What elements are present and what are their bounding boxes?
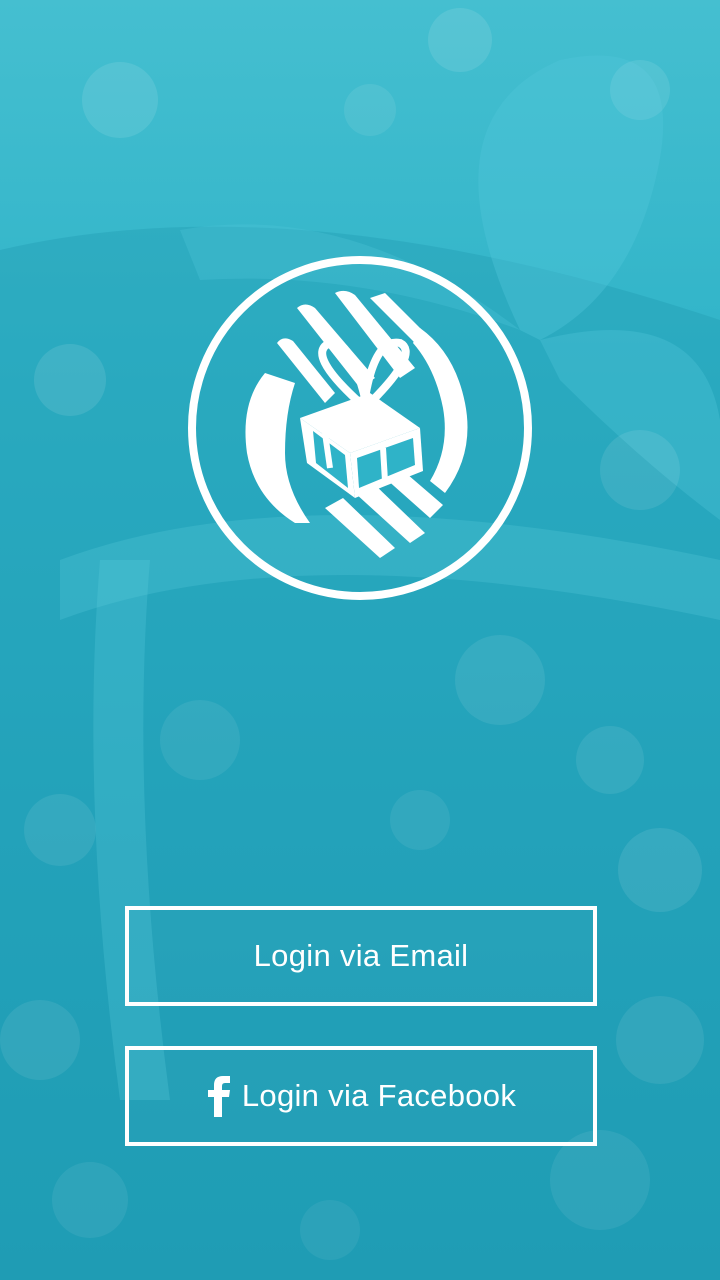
login-facebook-button[interactable]: Login via Facebook <box>125 1046 597 1146</box>
app-logo <box>185 253 535 603</box>
login-facebook-label: Login via Facebook <box>241 1078 517 1113</box>
facebook-icon <box>207 1076 230 1117</box>
login-screen: Login via Email Login via Facebook <box>0 0 720 1280</box>
hands-holding-gift-icon <box>188 256 532 600</box>
login-email-button[interactable]: Login via Email <box>125 906 597 1006</box>
login-email-label: Login via Email <box>253 938 469 973</box>
